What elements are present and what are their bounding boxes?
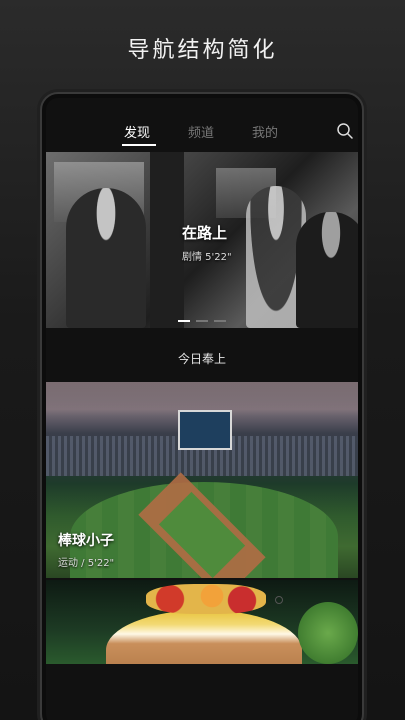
top-tab-bar: 发现 频道 我的 (46, 122, 358, 152)
carousel-dots (178, 320, 238, 323)
video-card-cake[interactable] (46, 580, 358, 664)
search-icon[interactable] (336, 122, 354, 140)
card-meta: 运动 / 5'22" (58, 558, 115, 569)
section-title: 今日奉上 (177, 352, 226, 366)
carousel-dot-2[interactable] (196, 320, 208, 322)
carousel-dot-3[interactable] (214, 320, 226, 322)
tab-discover[interactable]: 发现 (124, 122, 150, 141)
phone-frame: 发现 频道 我的 在路上 剧情 5'22" 今日奉上 棒球小子 运动 / 5'2… (40, 92, 364, 720)
active-tab-indicator (122, 144, 156, 146)
card-image-leaf (298, 602, 358, 664)
home-button-icon (275, 596, 283, 604)
banner-image-car-frame (150, 152, 184, 328)
card-title: 棒球小子 (58, 533, 114, 549)
card-image-cake (106, 610, 302, 664)
featured-banner[interactable]: 在路上 剧情 5'22" (46, 152, 358, 328)
tab-mine[interactable]: 我的 (252, 122, 278, 141)
banner-image-person (66, 188, 146, 328)
promo-headline: 导航结构简化 (127, 38, 278, 63)
tab-channels[interactable]: 频道 (188, 122, 214, 141)
video-card-baseball[interactable]: 棒球小子 运动 / 5'22" (46, 382, 358, 578)
card-image-fruit (146, 584, 266, 614)
card-image-scoreboard (178, 410, 232, 450)
carousel-dot-1[interactable] (178, 320, 190, 322)
banner-meta: 剧情 5'22" (182, 252, 232, 263)
banner-image-person-3 (296, 212, 358, 328)
banner-title: 在路上 (182, 224, 228, 242)
app-screen: 发现 频道 我的 在路上 剧情 5'22" 今日奉上 棒球小子 运动 / 5'2… (46, 98, 358, 720)
